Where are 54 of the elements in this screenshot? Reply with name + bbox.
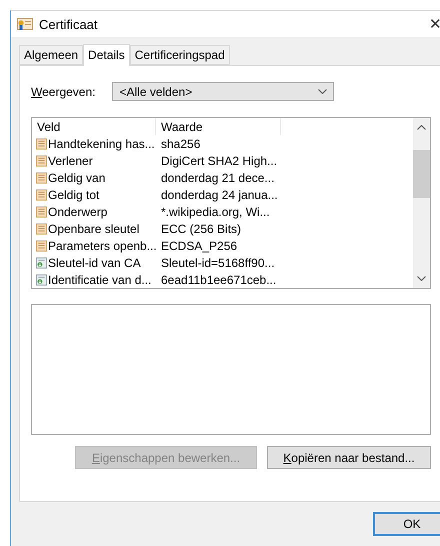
tab[interactable]: Algemeen	[19, 45, 84, 65]
list-row[interactable]: Identificatie van d... 6ead11b1ee671ceb...	[32, 271, 413, 288]
column-header[interactable]: Waarde	[156, 118, 281, 135]
ok-button[interactable]: OK	[373, 512, 440, 536]
field-name: Openbare sleutel	[48, 222, 140, 236]
list-row[interactable]: Openbare sleutel ECC (256 Bits)	[32, 220, 413, 237]
field-value: Sleutel-id=5168ff90...	[160, 256, 276, 270]
close-button[interactable]: ✕	[429, 15, 440, 33]
show-dropdown[interactable]: <Alle velden>	[112, 82, 334, 101]
field-name: Handtekening has...	[48, 136, 156, 150]
column-header[interactable]: Veld	[32, 118, 156, 135]
list-row[interactable]: Handtekening has... sha256	[32, 135, 413, 152]
field-name: Onderwerp	[48, 204, 108, 218]
copy-to-file-button[interactable]: Kopiëren naar bestand...	[267, 446, 431, 469]
list-row[interactable]: Geldig tot donderdag 24 janua...	[32, 186, 413, 203]
field-value: sha256	[160, 136, 202, 150]
window-title: Certificaat	[39, 16, 99, 32]
extension-icon	[36, 272, 47, 286]
field-value: ECC (256 Bits)	[160, 222, 242, 236]
field-name: Parameters openb...	[48, 238, 156, 252]
document-icon	[36, 170, 47, 184]
scroll-up-icon	[417, 125, 426, 130]
document-icon	[36, 136, 47, 150]
show-label: Weergeven:	[31, 84, 96, 98]
field-name: Sleutel-id van CA	[48, 256, 142, 270]
list-row[interactable]: Geldig van donderdag 21 dece...	[32, 169, 413, 186]
field-value: *.wikipedia.org, Wi...	[160, 204, 271, 218]
field-value: 6ead11b1ee671ceb...	[160, 272, 278, 286]
list-row[interactable]: Onderwerp *.wikipedia.org, Wi...	[32, 203, 413, 220]
field-name: Identificatie van d...	[48, 272, 152, 286]
document-icon	[36, 154, 47, 168]
detail-textbox[interactable]	[31, 304, 431, 435]
scrollbar[interactable]	[413, 118, 430, 288]
field-value: ECDSA_P256	[160, 238, 238, 252]
list-row[interactable]: Sleutel-id van CA Sleutel-id=5168ff90...	[32, 254, 413, 271]
field-name: Geldig van	[48, 170, 106, 184]
list-row[interactable]: Parameters openb... ECDSA_P256	[32, 237, 413, 254]
scroll-thumb[interactable]	[413, 150, 430, 198]
field-value: DigiCert SHA2 High...	[160, 154, 278, 168]
tab[interactable]: Certificeringspad	[130, 45, 230, 65]
field-value: donderdag 24 janua...	[160, 188, 279, 202]
document-icon	[36, 222, 47, 236]
certificate-icon	[17, 17, 33, 31]
scroll-down-icon	[417, 276, 426, 281]
document-icon	[36, 188, 47, 202]
extension-icon	[36, 256, 47, 270]
field-value: donderdag 21 dece...	[160, 170, 276, 184]
chevron-down-icon	[318, 89, 328, 94]
field-name: Geldig tot	[48, 188, 100, 202]
tab[interactable]: Details	[83, 44, 130, 66]
list-row[interactable]: Verlener DigiCert SHA2 High...	[32, 152, 413, 169]
field-name: Verlener	[48, 154, 94, 168]
document-icon	[36, 238, 47, 252]
document-icon	[36, 204, 47, 218]
